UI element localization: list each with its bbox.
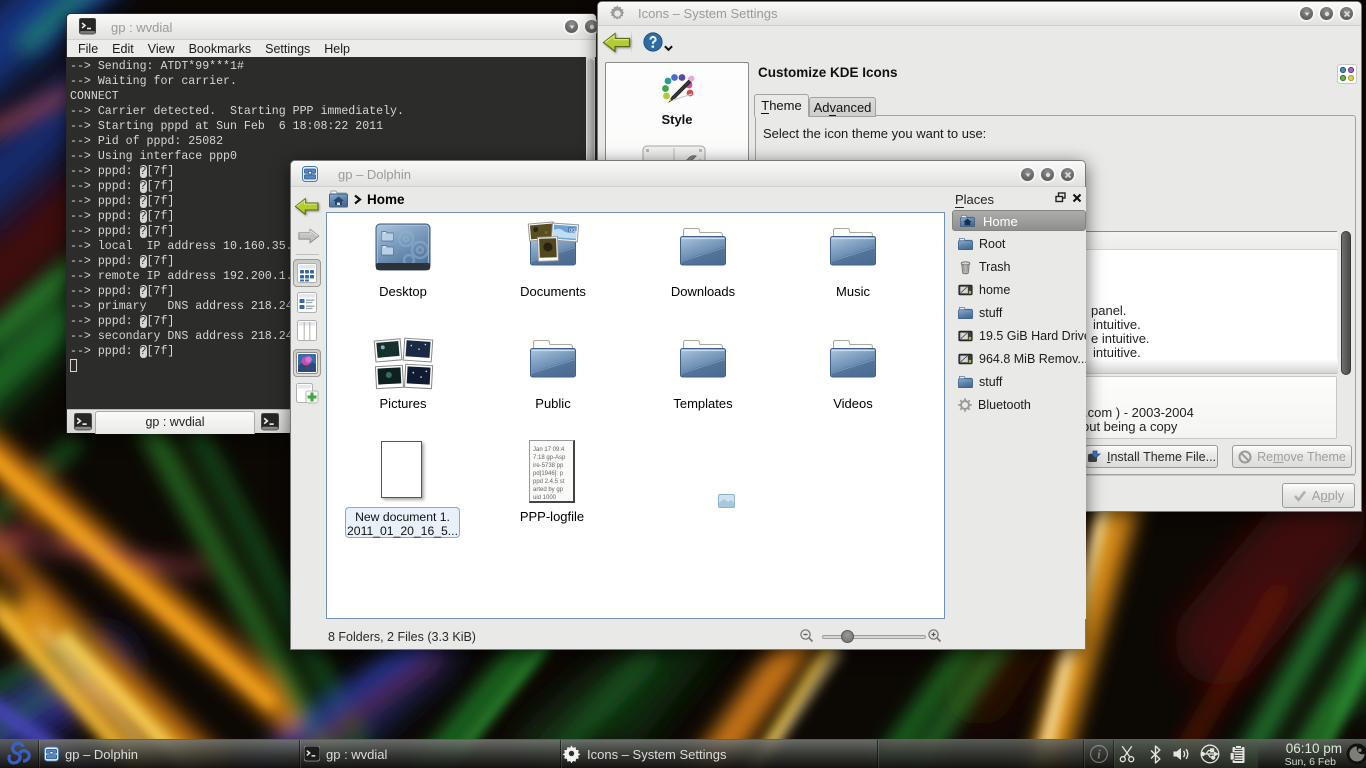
svg-text:i: i	[1097, 747, 1101, 761]
svg-text:00: 00	[569, 228, 576, 234]
